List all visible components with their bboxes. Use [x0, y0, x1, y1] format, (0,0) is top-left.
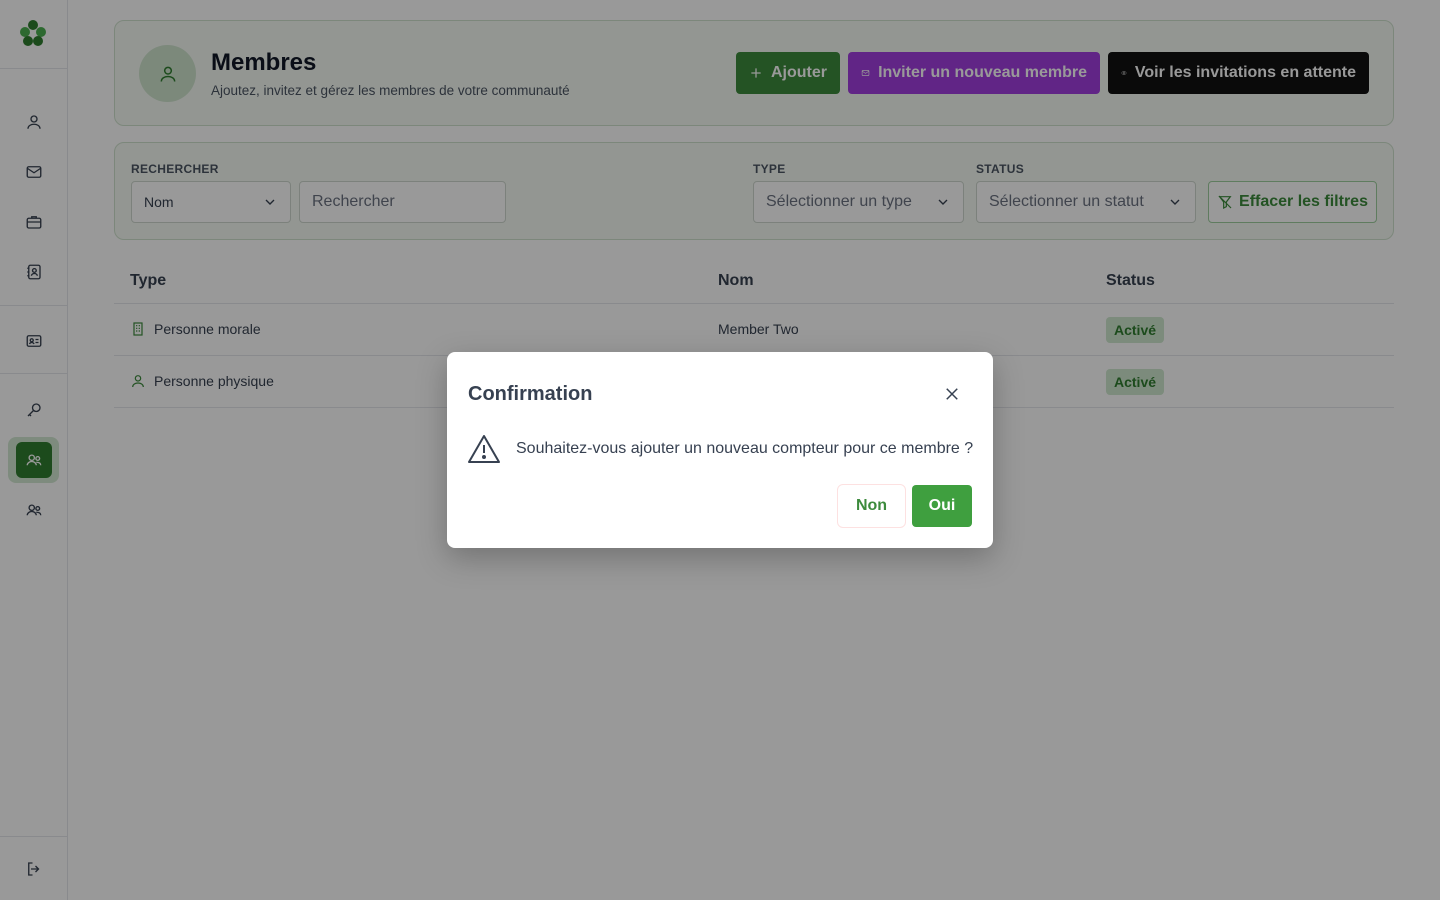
close-icon: [946, 388, 958, 400]
confirmation-dialog: Confirmation Souhaitez-vous ajouter un n…: [447, 352, 993, 548]
dialog-title: Confirmation: [468, 383, 593, 405]
close-button[interactable]: [941, 383, 963, 405]
yes-button[interactable]: Oui: [912, 485, 972, 527]
no-button[interactable]: Non: [837, 484, 906, 528]
dialog-message: Souhaitez-vous ajouter un nouveau compte…: [516, 440, 974, 457]
warning-icon: [468, 435, 500, 463]
